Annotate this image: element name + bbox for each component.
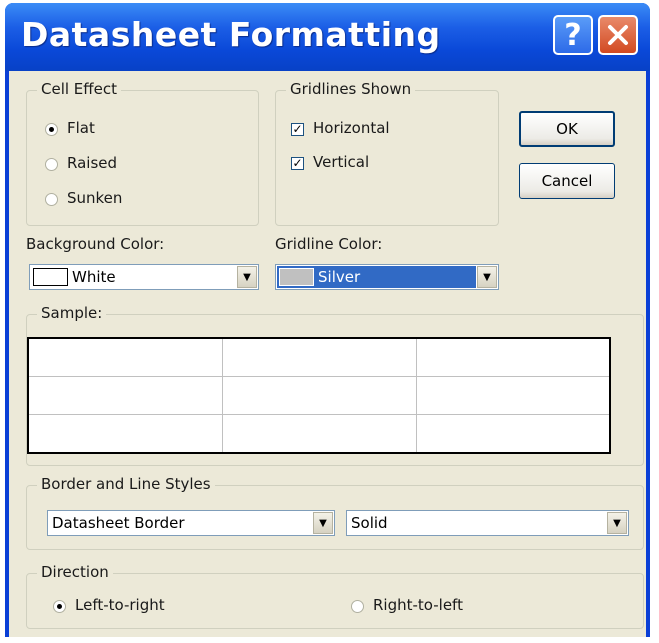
sample-title: Sample: [37, 304, 107, 322]
right-to-left-radio[interactable] [351, 600, 364, 613]
sample-datasheet [27, 337, 611, 454]
gridline-color-swatch [279, 268, 314, 286]
cancel-button[interactable]: Cancel [519, 163, 615, 199]
right-to-left-label[interactable]: Right-to-left [373, 596, 463, 614]
sample-cell [29, 339, 223, 377]
chevron-down-icon[interactable]: ▼ [477, 266, 497, 288]
help-icon: ? [564, 17, 582, 53]
sunken-radio[interactable] [45, 193, 58, 206]
horizontal-checkbox[interactable]: ✓ [291, 123, 304, 136]
background-color-swatch [33, 268, 68, 286]
sunken-label[interactable]: Sunken [67, 189, 122, 207]
chevron-down-icon[interactable]: ▼ [237, 266, 257, 288]
sample-cell [29, 377, 223, 415]
help-button[interactable]: ? [553, 15, 593, 55]
line-style-select[interactable]: Solid ▼ [346, 510, 629, 536]
raised-label[interactable]: Raised [67, 154, 117, 172]
sample-cell [29, 415, 223, 452]
background-color-select[interactable]: White ▼ [29, 264, 259, 290]
direction-group: Direction Left-to-right Right-to-left [26, 563, 644, 629]
horizontal-label[interactable]: Horizontal [313, 119, 390, 137]
title-bar[interactable]: Datasheet Formatting ? [5, 3, 650, 71]
ok-button[interactable]: OK [519, 111, 615, 147]
sample-cell [417, 339, 609, 377]
left-to-right-radio[interactable] [53, 600, 66, 613]
cell-effect-title: Cell Effect [37, 80, 121, 98]
raised-radio[interactable] [45, 158, 58, 171]
gridlines-group: Gridlines Shown ✓ Horizontal ✓ Vertical [275, 80, 499, 226]
dialog-title: Datasheet Formatting [21, 15, 441, 54]
sample-cell [417, 415, 609, 452]
cell-effect-group: Cell Effect Flat Raised Sunken [26, 80, 259, 226]
flat-label[interactable]: Flat [67, 119, 95, 137]
sample-cell [223, 339, 417, 377]
chevron-down-icon[interactable]: ▼ [313, 512, 333, 534]
border-line-styles-title: Border and Line Styles [37, 475, 215, 493]
direction-title: Direction [37, 563, 113, 581]
close-icon [608, 25, 628, 45]
line-style-value: Solid [351, 514, 388, 532]
dialog-window: Datasheet Formatting ? Cell Effect Flat … [5, 3, 650, 637]
vertical-checkbox[interactable]: ✓ [291, 157, 304, 170]
gridline-color-label: Gridline Color: [275, 235, 383, 253]
flat-radio[interactable] [45, 123, 58, 136]
background-color-label: Background Color: [26, 235, 165, 253]
sample-cell [223, 377, 417, 415]
vertical-label[interactable]: Vertical [313, 153, 369, 171]
chevron-down-icon[interactable]: ▼ [607, 512, 627, 534]
sample-cell [417, 377, 609, 415]
border-style-value: Datasheet Border [52, 514, 185, 532]
border-style-select[interactable]: Datasheet Border ▼ [47, 510, 335, 536]
gridline-color-select[interactable]: Silver ▼ [275, 264, 499, 290]
dialog-body: Cell Effect Flat Raised Sunken Gridlines… [9, 71, 646, 637]
background-color-value: White [72, 268, 116, 286]
close-button[interactable] [598, 15, 638, 55]
left-to-right-label[interactable]: Left-to-right [75, 596, 165, 614]
sample-cell [223, 415, 417, 452]
gridlines-title: Gridlines Shown [286, 80, 416, 98]
gridline-color-value: Silver [318, 268, 361, 286]
